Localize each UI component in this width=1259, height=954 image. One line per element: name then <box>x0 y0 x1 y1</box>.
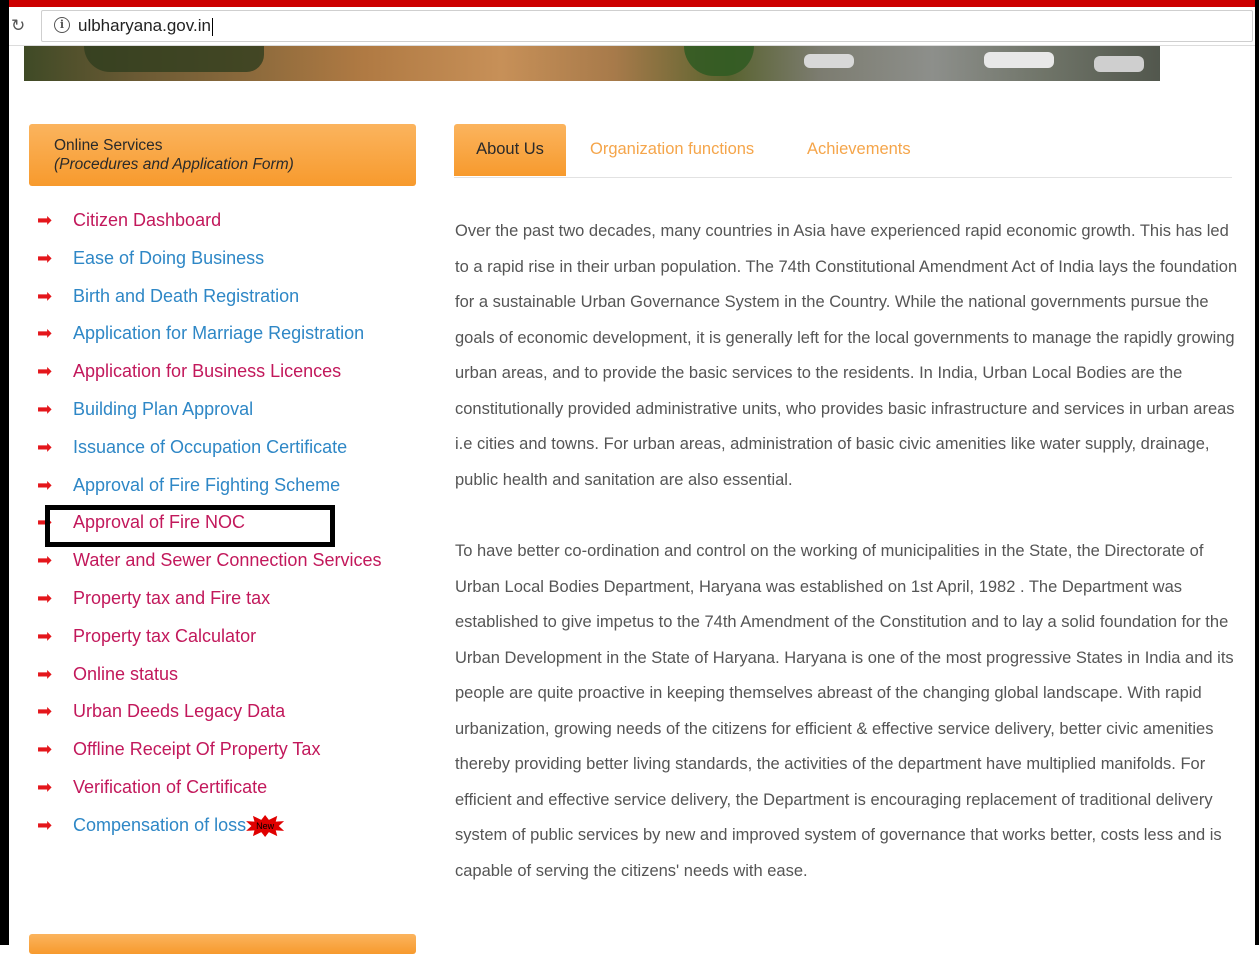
service-link[interactable]: Property tax and Fire tax <box>73 588 270 608</box>
arrow-right-icon: ➡ <box>37 398 53 419</box>
service-link[interactable]: Building Plan Approval <box>73 399 253 419</box>
arrow-right-icon: ➡ <box>37 625 53 646</box>
banner-car <box>1094 56 1144 72</box>
service-item[interactable]: ➡ Application for Business Licences <box>37 353 417 391</box>
arrow-right-icon: ➡ <box>37 361 53 382</box>
arrow-right-icon: ➡ <box>37 210 53 230</box>
tab-organization-functions[interactable]: Organization functions <box>590 124 754 176</box>
service-link[interactable]: Water and Sewer Connection Services <box>73 542 417 580</box>
arrow-right-icon: ➡ <box>37 587 53 608</box>
reload-icon[interactable]: ↻ <box>11 16 25 36</box>
service-item[interactable]: ➡ Online status <box>37 656 417 694</box>
top-red-strip <box>0 0 1259 7</box>
service-link[interactable]: Citizen Dashboard <box>73 210 221 230</box>
arrow-right-icon: ➡ <box>37 323 53 344</box>
url-text[interactable]: ulbharyana.gov.in <box>78 16 213 36</box>
service-link[interactable]: Verification of Certificate <box>73 777 267 797</box>
arrow-right-icon: ➡ <box>37 550 53 571</box>
service-link[interactable]: Online status <box>73 664 178 684</box>
service-link[interactable]: Compensation of loss <box>73 815 246 835</box>
tab-achievements[interactable]: Achievements <box>807 124 911 176</box>
banner-tree <box>684 46 754 76</box>
service-link[interactable]: Offline Receipt Of Property Tax <box>73 739 320 759</box>
service-item[interactable]: ➡ Offline Receipt Of Property Tax <box>37 731 417 769</box>
next-section-header <box>29 934 416 954</box>
service-link[interactable]: Approval of Fire Fighting Scheme <box>73 475 340 495</box>
service-link[interactable]: Urban Deeds Legacy Data <box>73 701 285 721</box>
banner-tree <box>84 46 264 72</box>
banner-car <box>804 54 854 68</box>
right-frame-border <box>1255 0 1259 945</box>
service-link[interactable]: Application for Business Licences <box>73 361 341 381</box>
online-services-subtitle: (Procedures and Application Form) <box>54 156 294 173</box>
service-item[interactable]: ➡ Ease of Doing Business <box>37 240 417 278</box>
about-paragraph: To have better co-ordination and control… <box>455 542 1234 880</box>
service-item[interactable]: ➡ Water and Sewer Connection Services <box>37 542 417 580</box>
arrow-right-icon: ➡ <box>37 663 53 684</box>
service-item[interactable]: ➡ Property tax and Fire tax <box>37 580 417 618</box>
service-item[interactable]: ➡ Citizen Dashboard <box>37 202 417 240</box>
service-link[interactable]: Ease of Doing Business <box>73 248 264 268</box>
service-link[interactable]: Application for Marriage Registration <box>73 323 364 343</box>
content-tabs: About Us Organization functions Achievem… <box>454 124 1232 178</box>
service-link[interactable]: Issuance of Occupation Certificate <box>73 437 347 457</box>
service-link[interactable]: Property tax Calculator <box>73 626 256 646</box>
service-link[interactable]: Birth and Death Registration <box>73 286 299 306</box>
service-item[interactable]: ➡ Urban Deeds Legacy Data <box>37 693 417 731</box>
browser-address-bar: ↻ i ulbharyana.gov.in <box>9 7 1255 46</box>
arrow-right-icon: ➡ <box>37 474 53 495</box>
service-item[interactable]: ➡ Birth and Death Registration <box>37 278 417 316</box>
service-item[interactable]: ➡ Approval of Fire Fighting Scheme <box>37 467 417 505</box>
tab-about-us[interactable]: About Us <box>454 124 566 176</box>
banner-car <box>984 52 1054 68</box>
info-icon[interactable]: i <box>54 17 70 33</box>
service-item[interactable]: ➡ Application for Marriage Registration <box>37 315 417 353</box>
highlight-annotation-box <box>45 505 335 547</box>
arrow-right-icon: ➡ <box>37 436 53 457</box>
url-input[interactable]: i ulbharyana.gov.in <box>41 10 1253 42</box>
left-frame-border <box>0 0 9 945</box>
service-item[interactable]: ➡ Issuance of Occupation Certificate <box>37 429 417 467</box>
about-paragraph: Over the past two decades, many countrie… <box>455 222 1238 489</box>
service-item[interactable]: ➡ Building Plan Approval <box>37 391 417 429</box>
new-badge-icon: New <box>246 815 285 837</box>
online-services-header: Online Services (Procedures and Applicat… <box>29 124 416 186</box>
arrow-right-icon: ➡ <box>37 776 53 797</box>
service-item[interactable]: ➡ Compensation of loss New <box>37 807 417 845</box>
arrow-right-icon: ➡ <box>37 739 53 760</box>
arrow-right-icon: ➡ <box>37 285 53 306</box>
arrow-right-icon: ➡ <box>37 814 53 835</box>
header-banner-image <box>24 46 1160 81</box>
about-us-content: Over the past two decades, many countrie… <box>455 214 1245 889</box>
service-item[interactable]: ➡ Property tax Calculator <box>37 618 417 656</box>
arrow-right-icon: ➡ <box>37 701 53 722</box>
arrow-right-icon: ➡ <box>37 247 53 268</box>
text-caret <box>211 17 213 36</box>
service-item[interactable]: ➡ Verification of Certificate <box>37 769 417 807</box>
online-services-title: Online Services <box>54 137 163 154</box>
